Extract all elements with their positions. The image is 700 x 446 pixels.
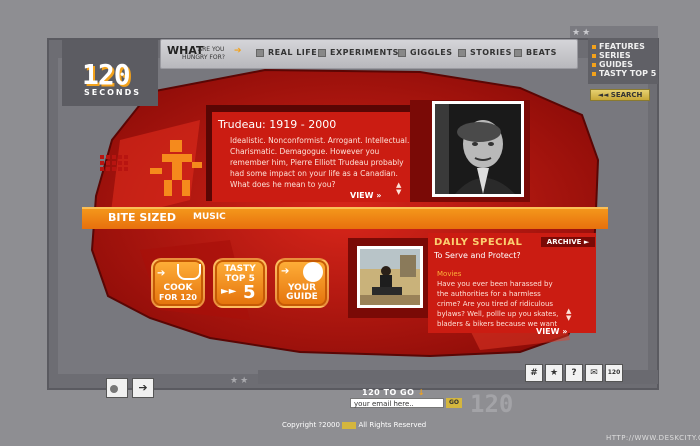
search-button[interactable]: ◄◄ SEARCH — [590, 89, 650, 101]
feature-view-link[interactable]: VIEW » — [350, 191, 381, 200]
pot-icon — [177, 264, 201, 280]
copyright-text: Copyright ?2000 — [282, 421, 340, 429]
right-menu: FEATURES SERIES GUIDES TASTY TOP 5 — [588, 38, 658, 84]
right-menu-features[interactable]: FEATURES — [592, 42, 658, 51]
bite-sized-label: BITE SIZED — [108, 211, 176, 224]
daily-special-heading: DAILY SPECIAL — [434, 237, 523, 248]
feature-story: Trudeau: 1919 - 2000 Idealistic. Nonconf… — [218, 118, 410, 190]
nav-item-label: STORIES — [470, 48, 512, 57]
button-label-line2: TOP 5 — [225, 274, 255, 284]
bite-sized-category: MUSIC — [193, 212, 226, 222]
daily-category: Movies — [437, 270, 462, 278]
120-mini-logo — [342, 421, 357, 429]
nav-bullet-icon — [256, 48, 264, 57]
nav-item-experiments[interactable]: EXPERIMENTS — [318, 48, 399, 57]
watermark: HTTP://WWW.DESKCITY.COM — [606, 434, 700, 442]
mail-icon[interactable]: ✉ — [585, 364, 603, 382]
play-icon: ►► — [221, 286, 237, 297]
right-menu-tasty-top-5[interactable]: TASTY TOP 5 — [592, 69, 658, 78]
bullet-icon — [592, 62, 596, 67]
right-menu-series[interactable]: SERIES — [592, 51, 658, 60]
daily-special-body: Have you ever been harassed by the autho… — [437, 280, 559, 328]
email-input[interactable]: your email here.. — [350, 398, 444, 408]
help-icon[interactable]: ? — [565, 364, 583, 382]
nav-item-giggles[interactable]: GIGGLES — [398, 48, 453, 57]
to-go-text: 120 TO GO — [362, 388, 415, 397]
copyright: Copyright ?2000 All Rights Reserved — [282, 421, 426, 429]
nav-hungry-label: HUNGRY FOR? — [182, 54, 225, 61]
bullet-icon — [592, 44, 596, 49]
bullet-icon — [592, 53, 596, 58]
button-label-line1: TASTY — [224, 264, 256, 274]
nav-item-label: EXPERIMENTS — [330, 48, 399, 57]
nav-item-label: REAL LIFE — [268, 48, 318, 57]
nav-item-label: BEATS — [526, 48, 557, 57]
nav-item-stories[interactable]: STORIES — [458, 48, 512, 57]
nav-bullet-icon — [458, 48, 466, 57]
daily-view-link[interactable]: VIEW » — [536, 327, 567, 336]
star-icon[interactable]: ★ — [545, 364, 563, 382]
nav-item-beats[interactable]: BEATS — [514, 48, 557, 57]
arrow-icon: ➔ — [281, 266, 290, 277]
button-label-line2: GUIDE — [286, 292, 318, 302]
daily-special-title[interactable]: To Serve and Protect? — [434, 251, 521, 260]
nav-item-label: GIGGLES — [410, 48, 453, 57]
120-icon[interactable]: 120 — [605, 364, 623, 382]
go-button[interactable]: GO — [446, 398, 462, 408]
nav-arrow-icon: ➔ — [234, 46, 242, 56]
cook-for-120-button[interactable]: ➔ COOK FOR 120 — [151, 258, 205, 308]
ghost-120-logo: 120 — [470, 390, 514, 418]
logo-number[interactable]: 120 — [82, 58, 131, 91]
archive-button[interactable]: ARCHIVE ► — [541, 237, 595, 247]
guide-figure-icon — [303, 262, 323, 282]
daily-scroll-arrows-icon[interactable]: ▲ ▼ — [566, 308, 571, 322]
grid-icon[interactable]: # — [525, 364, 543, 382]
arrow-icon: ➔ — [157, 268, 166, 279]
nav-item-real-life[interactable]: REAL LIFE — [256, 48, 317, 57]
right-menu-guides[interactable]: GUIDES — [592, 60, 658, 69]
your-guide-button[interactable]: ➔ YOUR GUIDE — [275, 258, 329, 308]
bullet-icon — [592, 71, 596, 76]
logo-subtitle: SECONDS — [84, 88, 141, 97]
skater-photo[interactable] — [357, 246, 423, 308]
tasty-top-5-button[interactable]: TASTY TOP 5 ►► 5 — [213, 258, 267, 308]
media-icon[interactable] — [106, 378, 128, 398]
nav-bullet-icon — [318, 48, 326, 57]
feature-body: Idealistic. Nonconformist. Arrogant. Int… — [230, 136, 410, 189]
right-menu-label: GUIDES — [599, 60, 633, 69]
feature-scroll-arrows-icon[interactable]: ▲ ▼ — [396, 182, 401, 196]
down-arrow-icon: ↓ — [417, 388, 425, 397]
right-menu-label: TASTY TOP 5 — [599, 69, 657, 78]
circle-icon — [110, 385, 118, 393]
120-to-go-label: 120 TO GO ↓ — [362, 388, 425, 397]
five-icon: 5 — [243, 282, 256, 303]
nav-bullet-icon — [514, 48, 522, 57]
right-menu-label: FEATURES — [599, 42, 645, 51]
right-menu-label: SERIES — [599, 51, 631, 60]
button-label-line1: COOK — [163, 283, 193, 293]
nav-bullet-icon — [398, 48, 406, 57]
next-arrow-icon[interactable]: ➔ — [132, 378, 154, 398]
rights-text: All Rights Reserved — [358, 421, 427, 429]
nav-are-you-label: ARE YOU — [198, 46, 225, 53]
stars-decoration: ★★ — [230, 376, 251, 386]
button-label-line2: FOR 120 — [159, 293, 197, 302]
feature-title[interactable]: Trudeau: 1919 - 2000 — [218, 118, 410, 131]
trudeau-photo[interactable] — [432, 101, 524, 197]
